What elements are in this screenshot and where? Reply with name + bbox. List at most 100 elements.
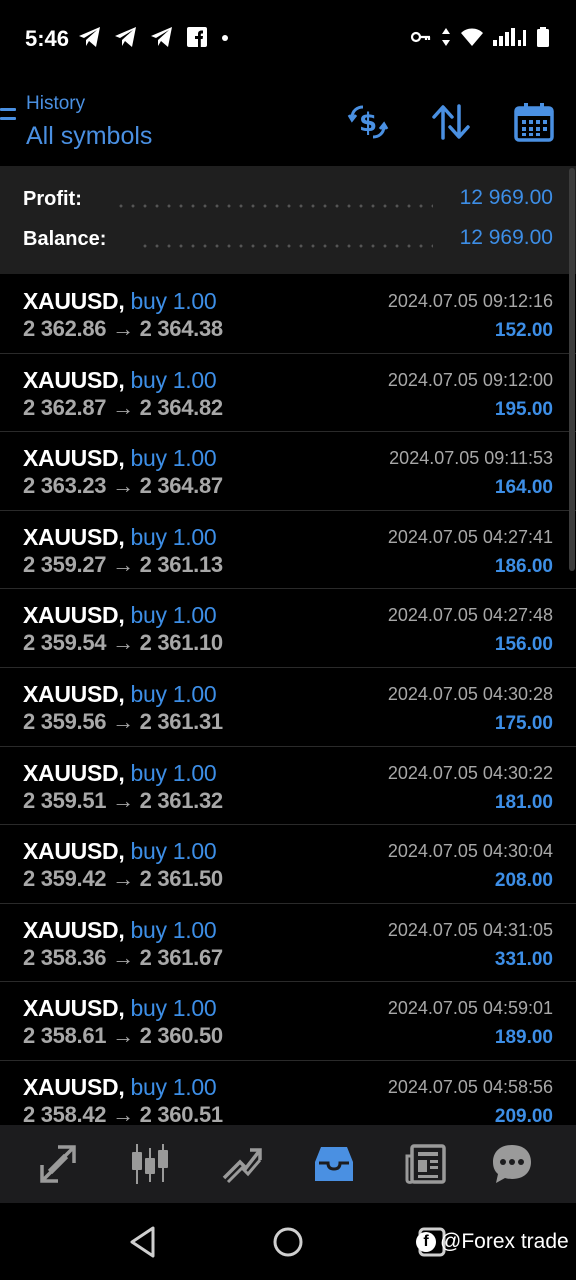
- trade-time: 2024.07.05 04:27:48: [387, 605, 553, 626]
- trade-row[interactable]: XAUUSD, buy 1.00 2 359.27 → 2 361.13 2024.…: [0, 510, 576, 590]
- svg-text:$: $: [359, 108, 377, 138]
- arrow-icon: →: [112, 708, 134, 734]
- telegram-icon: [115, 27, 136, 47]
- trade-profit: 208.00: [494, 870, 553, 892]
- facebook-icon: f: [416, 1232, 436, 1252]
- trade-row[interactable]: XAUUSD, buy 1.00 2 362.86 → 2 364.38 2024.…: [0, 275, 576, 354]
- trade-row[interactable]: XAUUSD, buy 1.00 2 358.61 → 2 360.50 2024.…: [0, 982, 576, 1061]
- scrollbar[interactable]: [569, 168, 575, 571]
- bottom-tab-bar: [0, 1125, 576, 1203]
- close-price: 2 360.51: [139, 1101, 224, 1127]
- header-subtitle[interactable]: History: [26, 93, 85, 115]
- trade-profit: 195.00: [494, 398, 553, 420]
- signal-icon: [493, 28, 526, 46]
- trade-time: 2024.07.05 09:12:16: [387, 291, 553, 311]
- trade-symbol: XAUUSD, buy 1.00: [23, 995, 217, 1022]
- trade-symbol: XAUUSD, buy 1.00: [23, 366, 217, 394]
- trade-time: 2024.07.05 04:31:05: [387, 919, 553, 940]
- open-price: 2 358.36: [23, 944, 107, 970]
- trade-profit: 186.00: [494, 555, 553, 577]
- telegram-icon: [79, 27, 100, 47]
- arrow-icon: →: [112, 394, 134, 420]
- trade-symbol: XAUUSD, buy 1.00: [23, 445, 217, 472]
- trade-row[interactable]: XAUUSD, buy 1.00 2 363.23 → 2 364.87 2024.…: [0, 432, 576, 511]
- vpn-key-icon: [410, 31, 431, 43]
- symbol-name: XAUUSD,: [23, 995, 125, 1022]
- news-icon[interactable]: [404, 1142, 448, 1186]
- symbol-name: XAUUSD,: [23, 838, 125, 865]
- symbol-name: XAUUSD,: [23, 602, 125, 629]
- trade-profit: 181.00: [494, 791, 553, 813]
- status-bar: 5:46: [0, 0, 576, 78]
- arrow-icon: →: [112, 1023, 134, 1049]
- profit-row: Profit: 12 969.00: [23, 186, 553, 218]
- trade-prices: 2 359.51 → 2 361.32: [23, 788, 223, 814]
- trade-side: buy 1.00: [130, 1073, 217, 1100]
- trade-prices: 2 363.23 → 2 364.87: [23, 473, 223, 499]
- open-price: 2 359.56: [23, 708, 107, 734]
- trade-row[interactable]: XAUUSD, buy 1.00 2 362.87 → 2 364.82 2024.…: [0, 353, 576, 433]
- trade-profit: 164.00: [494, 477, 553, 499]
- close-price: 2 364.38: [139, 316, 224, 341]
- trade-row[interactable]: XAUUSD, buy 1.00 2 359.42 → 2 361.50 2024.…: [0, 825, 576, 904]
- trade-row[interactable]: XAUUSD, buy 1.00 2 359.51 → 2 361.32 2024.…: [0, 746, 576, 826]
- close-price: 2 360.50: [139, 1023, 224, 1049]
- trade-side: buy 1.00: [130, 445, 217, 472]
- chat-icon[interactable]: [490, 1142, 534, 1186]
- open-price: 2 362.87: [23, 394, 107, 420]
- close-price: 2 361.10: [139, 630, 224, 656]
- symbol-name: XAUUSD,: [23, 1073, 125, 1100]
- open-price: 2 363.23: [23, 473, 107, 499]
- trade-time: 2024.07.05 04:27:41: [387, 526, 553, 547]
- open-price: 2 359.54: [23, 630, 107, 656]
- watermark: f @Forex trade: [416, 1230, 569, 1254]
- trade-prices: 2 359.56 → 2 361.31: [23, 709, 223, 735]
- symbol-name: XAUUSD,: [23, 288, 125, 314]
- symbol-name: XAUUSD,: [23, 366, 125, 393]
- trade-time: 2024.07.05 04:59:01: [387, 998, 553, 1019]
- close-price: 2 361.31: [139, 708, 224, 734]
- trade-row[interactable]: XAUUSD, buy 1.00 2 359.54 → 2 361.10 2024.…: [0, 589, 576, 668]
- arrow-icon: →: [112, 551, 134, 577]
- arrow-icon: →: [112, 944, 134, 970]
- telegram-icon: [151, 27, 172, 47]
- currency-exchange-icon[interactable]: $: [346, 100, 390, 144]
- trade-symbol: XAUUSD, buy 1.00: [23, 288, 217, 315]
- trade-side: buy 1.00: [130, 680, 217, 707]
- home-icon[interactable]: [271, 1225, 305, 1259]
- trade-symbol: XAUUSD, buy 1.00: [23, 602, 217, 629]
- trade-side: buy 1.00: [130, 288, 217, 314]
- close-price: 2 361.50: [139, 866, 224, 892]
- trade-prices: 2 359.54 → 2 361.10: [23, 630, 223, 656]
- symbol-name: XAUUSD,: [23, 680, 125, 707]
- trade-prices: 2 358.36 → 2 361.67: [23, 945, 223, 971]
- trade-symbol: XAUUSD, buy 1.00: [23, 838, 217, 865]
- symbol-name: XAUUSD,: [23, 445, 125, 472]
- notification-icons: [78, 26, 230, 48]
- quotes-icon[interactable]: [36, 1142, 80, 1186]
- trade-symbol: XAUUSD, buy 1.00: [23, 680, 217, 708]
- trade-prices: 2 358.61 → 2 360.50: [23, 1023, 223, 1049]
- balance-label: Balance:: [23, 228, 107, 250]
- history-icon[interactable]: [312, 1142, 356, 1186]
- open-price: 2 359.42: [23, 866, 107, 892]
- trade-row[interactable]: XAUUSD, buy 1.00 2 358.36 → 2 361.67 2024.…: [0, 903, 576, 983]
- open-price: 2 359.27: [23, 551, 107, 577]
- symbol-name: XAUUSD,: [23, 759, 125, 786]
- calendar-icon[interactable]: [512, 100, 556, 144]
- menu-icon[interactable]: [0, 108, 18, 132]
- back-icon[interactable]: [128, 1225, 158, 1259]
- trade-side: buy 1.00: [130, 366, 217, 393]
- trade-side: buy 1.00: [130, 995, 217, 1022]
- chart-icon[interactable]: [128, 1142, 172, 1186]
- trade-side: buy 1.00: [130, 838, 217, 865]
- trade-side: buy 1.00: [130, 602, 217, 629]
- trade-icon[interactable]: [220, 1142, 264, 1186]
- trade-row[interactable]: XAUUSD, buy 1.00 2 359.56 → 2 361.31 2024.…: [0, 667, 576, 747]
- close-price: 2 361.32: [139, 787, 224, 813]
- symbol-filter[interactable]: All symbols: [26, 122, 152, 151]
- dot-icon: [222, 35, 228, 41]
- sort-icon[interactable]: [429, 100, 473, 144]
- trade-time: 2024.07.05 04:30:04: [387, 841, 553, 862]
- app-header: History All symbols $: [0, 78, 576, 166]
